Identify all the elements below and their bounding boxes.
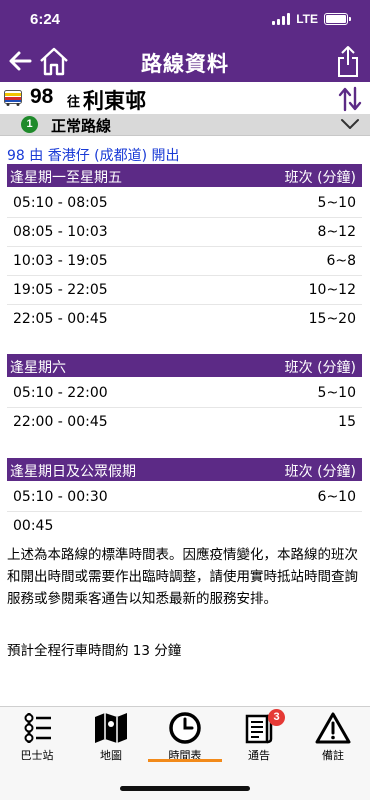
tab-label: 通告 [248, 749, 270, 762]
time-range: 19:05 - 22:05 [13, 282, 108, 298]
network-label: LTE [296, 12, 318, 26]
schedule-row: 05:10 - 08:05 5~10 [7, 189, 362, 218]
tab-label: 備註 [322, 749, 344, 762]
schedule-row: 22:00 - 00:45 15 [7, 408, 362, 437]
tab-notices[interactable]: 通告 [222, 711, 296, 769]
status-time: 6:24 [30, 11, 61, 28]
schedule-heading: 逢星期六 [10, 360, 66, 376]
frequency-heading: 班次 (分鐘) [284, 360, 356, 376]
tab-map[interactable]: 地圖 [74, 711, 148, 769]
tab-label: 地圖 [100, 749, 122, 762]
frequency-value: 15~20 [308, 311, 356, 327]
variant-number-badge: 1 [21, 116, 38, 133]
status-bar: 6:24 LTE [0, 0, 370, 40]
bus-icon [4, 90, 22, 106]
frequency-value: 6~10 [317, 489, 356, 505]
nav-bar: 路線資料 [0, 40, 370, 82]
schedule-heading: 逢星期日及公眾假期 [10, 464, 136, 480]
schedule-heading: 逢星期一至星期五 [10, 170, 122, 186]
selected-tab-indicator [148, 759, 222, 762]
time-range: 22:05 - 00:45 [13, 311, 108, 327]
route-destination: 利東邨 [83, 89, 146, 113]
tab-bus-stops[interactable]: 巴士站 [0, 711, 74, 769]
frequency-value: 5~10 [317, 195, 356, 211]
chevron-down-icon[interactable] [340, 117, 360, 131]
tab-label: 巴士站 [20, 749, 54, 762]
schedule-header-weekday: 逢星期一至星期五 班次 (分鐘) [7, 164, 362, 187]
time-range: 10:03 - 19:05 [13, 253, 108, 269]
warning-icon [315, 712, 351, 744]
schedule-row: 19:05 - 22:05 10~12 [7, 276, 362, 305]
route-header: 98 往 利東邨 [0, 82, 370, 114]
status-indicators: LTE [272, 12, 351, 26]
frequency-value: 10~12 [308, 282, 356, 298]
schedule-row: 10:03 - 19:05 6~8 [7, 247, 362, 276]
swap-direction-icon[interactable] [338, 86, 362, 112]
share-icon[interactable] [336, 43, 360, 79]
home-indicator [120, 786, 250, 791]
route-variant-selector[interactable]: 1 正常路線 [0, 114, 370, 136]
schedule-header-sunday-holiday: 逢星期日及公眾假期 班次 (分鐘) [7, 458, 362, 481]
direction-prefix: 往 [67, 95, 81, 110]
schedule-row: 08:05 - 10:03 8~12 [7, 218, 362, 247]
page-title: 路線資料 [141, 52, 229, 76]
time-range: 05:10 - 08:05 [13, 195, 108, 211]
schedule-header-saturday: 逢星期六 班次 (分鐘) [7, 354, 362, 377]
frequency-heading: 班次 (分鐘) [284, 464, 356, 480]
clock-icon [169, 712, 201, 744]
map-icon [95, 713, 127, 743]
frequency-value: 8~12 [317, 224, 356, 240]
route-number: 98 [30, 85, 54, 108]
journey-time: 預計全程行車時間約 13 分鐘 [7, 643, 182, 659]
time-range: 05:10 - 00:30 [13, 489, 108, 505]
time-range: 22:00 - 00:45 [13, 414, 108, 430]
schedule-row: 05:10 - 00:30 6~10 [7, 483, 362, 512]
battery-icon [324, 13, 351, 25]
frequency-value: 15 [338, 414, 356, 430]
bus-stop-list-icon [24, 713, 51, 743]
schedule-row: 22:05 - 00:45 15~20 [7, 305, 362, 334]
schedule-row: 05:10 - 22:00 5~10 [7, 379, 362, 408]
time-range: 05:10 - 22:00 [13, 385, 108, 401]
timetable-note: 上述為本路線的標準時間表。因應疫情變化，本路線的班次和開出時間或需要作出臨時調整… [7, 547, 358, 607]
tab-remarks[interactable]: 備註 [296, 711, 370, 769]
time-range: 00:45 [13, 518, 54, 534]
frequency-heading: 班次 (分鐘) [284, 170, 356, 186]
variant-label: 正常路線 [51, 117, 112, 135]
signal-icon [272, 13, 291, 25]
notice-count-badge: 3 [268, 709, 285, 726]
time-range: 08:05 - 10:03 [13, 224, 108, 240]
schedule-row: 00:45 [7, 512, 362, 541]
frequency-value: 5~10 [317, 385, 356, 401]
frequency-value: 6~8 [326, 253, 356, 269]
origin-text: 98 由 香港仔 (成都道) 開出 [7, 148, 180, 164]
